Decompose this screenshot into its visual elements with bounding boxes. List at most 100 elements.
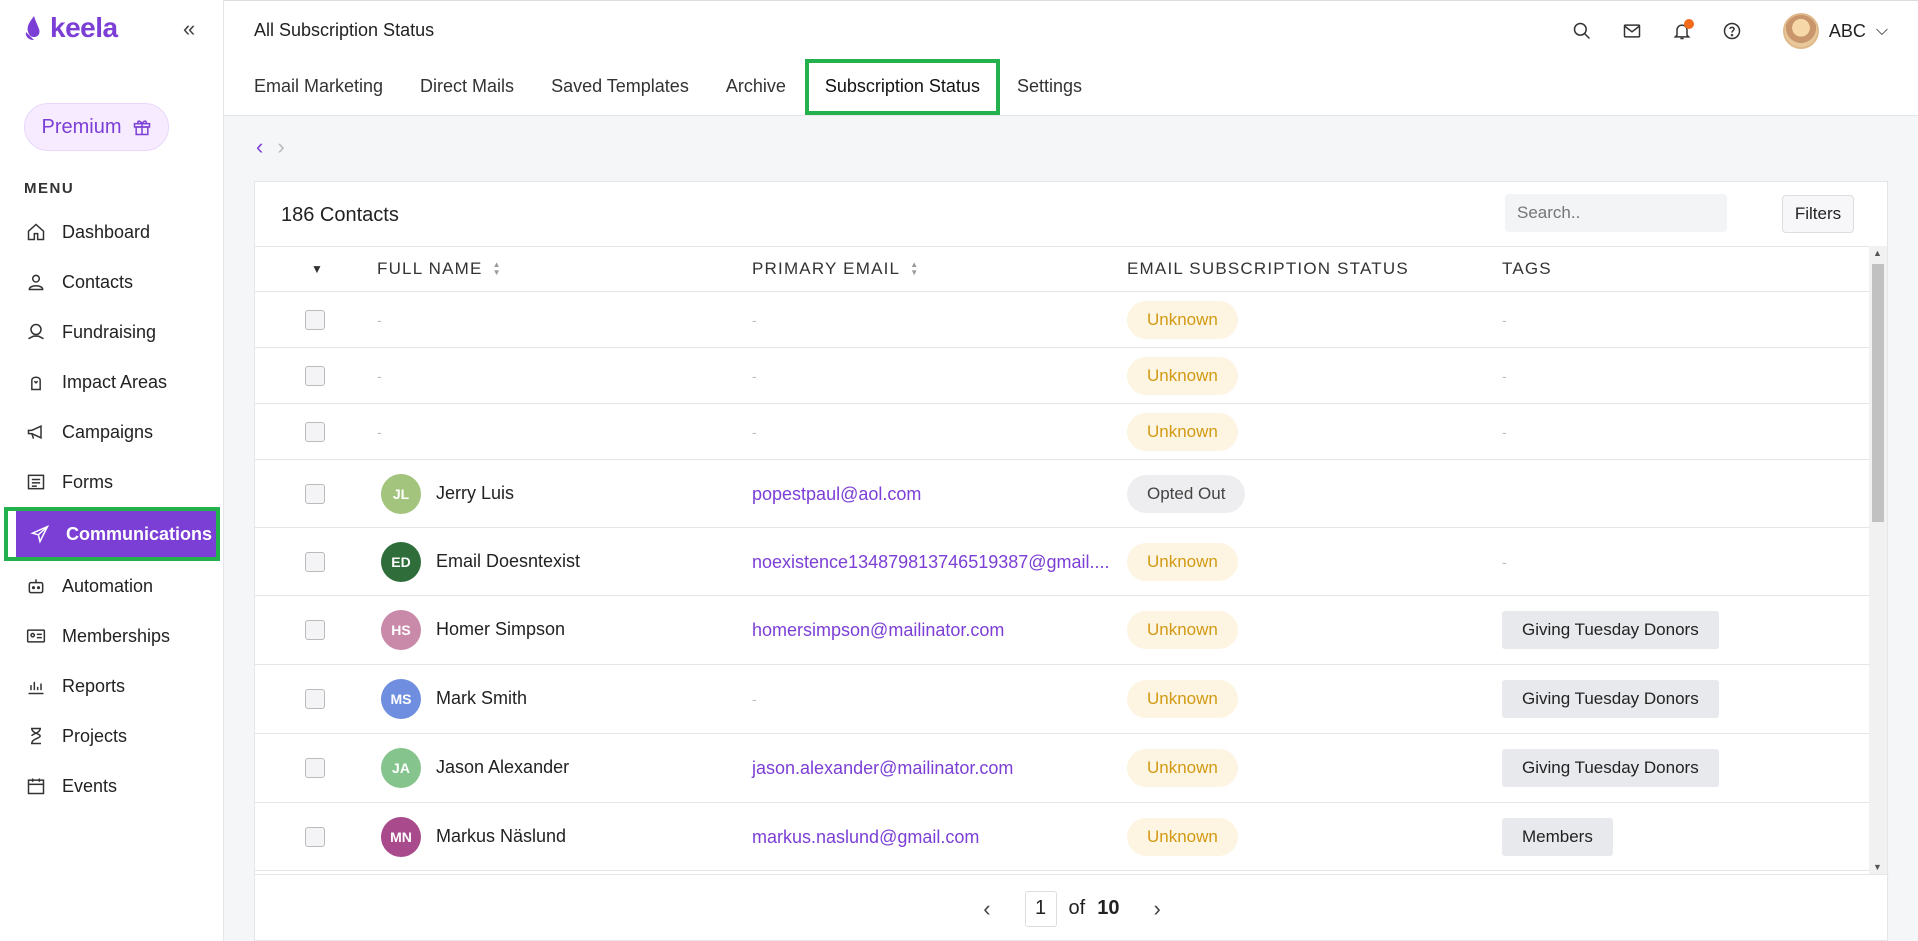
person-icon — [28, 274, 44, 291]
row-checkbox[interactable] — [305, 310, 325, 330]
status-badge: Unknown — [1127, 749, 1238, 787]
sidebar-item-memberships[interactable]: Memberships — [0, 611, 224, 661]
forward-arrow-icon[interactable]: › — [277, 134, 284, 160]
status-badge: Unknown — [1127, 301, 1238, 339]
tab-archive[interactable]: Archive — [726, 58, 786, 116]
row-checkbox[interactable] — [305, 366, 325, 386]
sidebar: keela « Premium MENU Dashboard Contacts … — [0, 0, 224, 941]
back-arrow-icon[interactable]: ‹ — [256, 134, 263, 160]
menu-heading: MENU — [24, 180, 75, 197]
sort-icon[interactable]: ▲ ▼ — [910, 261, 919, 277]
table-row[interactable]: JA Jason Alexander jason.alexander@maili… — [255, 734, 1869, 803]
sidebar-item-impact-areas[interactable]: Impact Areas — [0, 357, 224, 407]
sidebar-item-label: Projects — [62, 725, 128, 746]
email-cell[interactable]: jason.alexander@mailinator.com — [752, 758, 1013, 779]
column-label: TAGS — [1502, 259, 1552, 278]
email-cell[interactable]: popestpaul@aol.com — [752, 484, 921, 505]
name-cell[interactable]: Mark Smith — [436, 688, 527, 709]
name-cell[interactable]: Email Doesntexist — [436, 551, 580, 572]
keela-flame-icon — [25, 16, 40, 40]
name-cell[interactable]: Jerry Luis — [436, 483, 514, 504]
sidebar-item-automation[interactable]: Automation — [0, 561, 224, 611]
table-row[interactable]: - - Unknown - — [255, 348, 1869, 404]
row-checkbox[interactable] — [305, 422, 325, 442]
scroll-down-icon[interactable]: ▼ — [1873, 862, 1882, 872]
email-cell: - — [752, 368, 757, 384]
sidebar-item-fundraising[interactable]: Fundraising — [0, 307, 224, 357]
prev-page-icon[interactable]: ‹ — [961, 896, 1012, 922]
row-checkbox[interactable] — [305, 827, 325, 847]
tab-email-marketing[interactable]: Email Marketing — [254, 58, 383, 116]
tab-direct-mails[interactable]: Direct Mails — [420, 58, 514, 116]
table-header: ▼ FULL NAME ▲ ▼ PRIMARY EMAIL ▲ ▼ EMAIL SU… — [255, 246, 1869, 292]
sidebar-item-campaigns[interactable]: Campaigns — [0, 407, 224, 457]
top-bar: All Subscription Status ABC ⌵ — [224, 0, 1918, 58]
search-input[interactable] — [1517, 203, 1738, 223]
table-row[interactable]: MN Markus Näslund markus.naslund@gmail.c… — [255, 803, 1869, 871]
sidebar-item-communications[interactable]: Communications — [4, 507, 220, 561]
contacts-panel: 186 Contacts Filters ▼ FULL NAME ▲▼ PRIM… — [254, 181, 1889, 941]
column-label: FULL NAME — [377, 259, 483, 278]
email-cell[interactable]: noexistence134879813746519387@gmail.... — [752, 552, 1110, 573]
tag-chip[interactable]: Giving Tuesday Donors — [1502, 611, 1719, 649]
table-row[interactable]: JL Jerry Luis popestpaul@aol.com Opted O… — [255, 460, 1869, 528]
scrollbar-thumb[interactable] — [1872, 264, 1884, 522]
page-number-input[interactable]: 1 — [1024, 890, 1057, 927]
tab-saved-templates[interactable]: Saved Templates — [551, 58, 689, 116]
table-row[interactable]: ED Email Doesntexist noexistence13487981… — [255, 528, 1869, 596]
sidebar-item-label: Fundraising — [62, 321, 157, 342]
row-checkbox[interactable] — [305, 552, 325, 572]
name-cell[interactable]: Homer Simpson — [436, 619, 565, 640]
sidebar-item-forms[interactable]: Forms — [0, 457, 224, 507]
sidebar-item-label: Impact Areas — [62, 371, 168, 392]
collapse-sidebar-icon[interactable]: « — [183, 16, 195, 42]
tag-cell: - — [1502, 554, 1507, 570]
tab-subscription-status[interactable]: Subscription Status — [804, 58, 1000, 115]
chevron-down-icon: ⌵ — [1875, 22, 1888, 39]
email-cell: - — [752, 312, 757, 328]
column-label: EMAIL SUBSCRIPTION STATUS — [1127, 259, 1409, 278]
bell-icon[interactable] — [1669, 18, 1695, 44]
megaphone-icon — [27, 425, 42, 439]
email-cell[interactable]: homersimpson@mailinator.com — [752, 620, 1004, 641]
name-cell[interactable]: Jason Alexander — [436, 757, 569, 778]
search-box[interactable] — [1505, 194, 1738, 232]
column-primary-email[interactable]: PRIMARY EMAIL ▲ ▼ — [752, 259, 919, 279]
tab-settings[interactable]: Settings — [1017, 58, 1082, 116]
history-nav: ‹ › — [256, 134, 285, 160]
tag-cell: - — [1502, 312, 1507, 328]
scroll-up-icon[interactable]: ▲ — [1873, 248, 1882, 258]
user-menu[interactable]: ABC ⌵ — [1782, 13, 1888, 49]
table-row[interactable]: MS Mark Smith - Unknown Giving Tuesday D… — [255, 665, 1869, 734]
row-checkbox[interactable] — [305, 758, 325, 778]
table-scrollbar[interactable]: ▲ ▼ — [1869, 246, 1887, 874]
search-icon[interactable] — [1569, 18, 1595, 44]
keela-logo[interactable]: keela — [22, 12, 118, 44]
tag-chip[interactable]: Members — [1502, 818, 1613, 856]
sidebar-item-projects[interactable]: Projects — [0, 711, 224, 761]
sidebar-item-contacts[interactable]: Contacts — [0, 257, 224, 307]
name-cell[interactable]: Markus Näslund — [436, 826, 566, 847]
email-cell[interactable]: markus.naslund@gmail.com — [752, 827, 979, 848]
filters-button[interactable]: Filters — [1782, 195, 1854, 233]
row-checkbox[interactable] — [305, 620, 325, 640]
column-full-name[interactable]: FULL NAME ▲ ▼ — [377, 259, 502, 279]
mail-icon[interactable] — [1619, 18, 1645, 44]
sidebar-item-dashboard[interactable]: Dashboard — [0, 207, 224, 257]
table-row[interactable]: - - Unknown - — [255, 292, 1869, 348]
tag-chip[interactable]: Giving Tuesday Donors — [1502, 749, 1719, 787]
help-icon[interactable] — [1719, 18, 1745, 44]
form-icon — [27, 474, 45, 490]
tag-chip[interactable]: Giving Tuesday Donors — [1502, 680, 1719, 718]
next-page-icon[interactable]: › — [1131, 896, 1182, 922]
select-all-dropdown-icon[interactable]: ▼ — [311, 262, 324, 276]
email-cell: - — [752, 424, 757, 440]
table-row[interactable]: HS Homer Simpson homersimpson@mailinator… — [255, 596, 1869, 665]
sort-icon[interactable]: ▲ ▼ — [493, 261, 502, 277]
sidebar-item-reports[interactable]: Reports — [0, 661, 224, 711]
premium-button[interactable]: Premium — [24, 103, 169, 151]
row-checkbox[interactable] — [305, 689, 325, 709]
sidebar-item-events[interactable]: Events — [0, 761, 224, 811]
table-row[interactable]: - - Unknown - — [255, 404, 1869, 460]
row-checkbox[interactable] — [305, 484, 325, 504]
